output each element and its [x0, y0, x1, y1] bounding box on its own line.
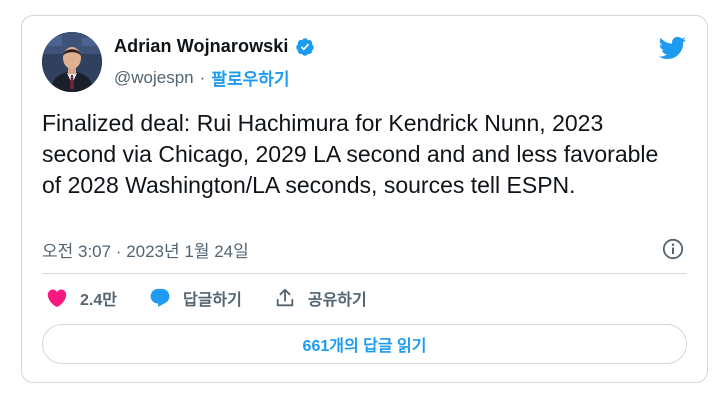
avatar[interactable] [42, 32, 102, 92]
twitter-bird-icon[interactable] [657, 36, 687, 60]
divider [42, 273, 687, 274]
tweet-actions: 2.4만 답글하기 공유하기 [46, 286, 399, 310]
author-name[interactable]: Adrian Wojnarowski [114, 36, 289, 57]
like-count: 2.4만 [80, 292, 117, 309]
tweet-text: Finalized deal: Rui Hachimura for Kendri… [42, 110, 659, 198]
author-handle[interactable]: @wojespn [114, 68, 194, 88]
like-button[interactable]: 2.4만 [46, 286, 117, 310]
reply-button[interactable]: 답글하기 [149, 286, 242, 310]
follow-button[interactable]: 팔로우하기 [211, 65, 289, 90]
tweet-card: Adrian Wojnarowski @wojespn · 팔로우하기 Fina… [21, 15, 708, 383]
author-name-row[interactable]: Adrian Wojnarowski [114, 36, 315, 57]
dot-separator: · [199, 67, 206, 87]
share-button[interactable]: 공유하기 [274, 286, 367, 310]
info-icon[interactable] [661, 237, 685, 261]
heart-icon [47, 289, 67, 307]
verified-badge-icon [295, 37, 315, 57]
tweet-timestamp[interactable]: 오전 3:07 · 2023년 1월 24일 [42, 237, 249, 262]
author-handle-row: @wojespn · 팔로우하기 [114, 65, 290, 90]
share-label: 공유하기 [307, 292, 367, 309]
share-icon [276, 288, 294, 307]
read-replies-button[interactable]: 661개의 답글 읽기 [42, 324, 687, 364]
reply-bubble-icon [150, 288, 170, 307]
reply-label: 답글하기 [182, 292, 242, 309]
